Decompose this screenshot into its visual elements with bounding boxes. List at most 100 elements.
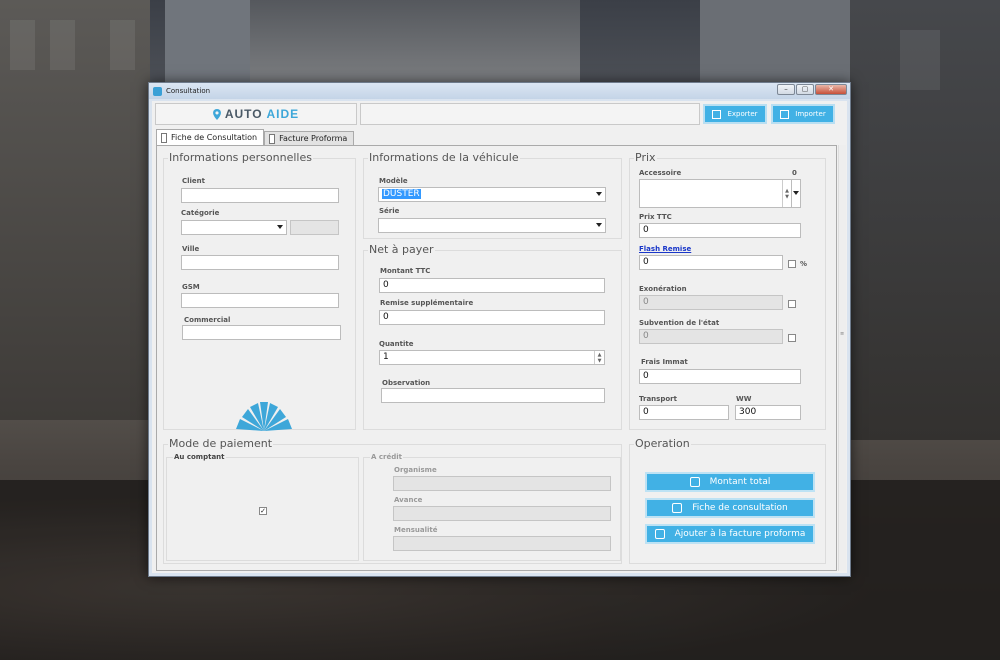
exoneration-checkbox[interactable] [788,300,796,308]
person-icon [689,477,700,487]
transport-field[interactable]: 0 [639,405,729,420]
gsm-label: GSM [182,283,200,291]
cube-icon [780,109,790,119]
subvention-checkbox[interactable] [788,334,796,342]
logo-auto: AUTO [224,107,263,121]
tab-fiche-consultation[interactable]: Fiche de Consultation [156,129,265,145]
montant-label: Montant TTC [380,267,431,275]
ww-label: WW [736,395,752,403]
personal-info-title: Informations personnelles [168,151,313,164]
commercial-field[interactable] [182,325,341,340]
cube-icon [712,109,722,119]
vertical-scrollbar[interactable]: ≡ [838,145,846,571]
exoneration-label: Exonération [639,285,687,293]
gsm-field[interactable] [181,293,339,308]
payment-mode-title: Mode de paiement [168,437,274,450]
export-label: Exporter [727,110,758,118]
exoneration-field: 0 [639,295,783,310]
credit-group: A crédit Organisme Avance Mensualité [363,453,621,561]
window-titlebar[interactable]: Consultation – ▢ ✕ [149,83,850,99]
background-window [900,30,940,90]
import-button[interactable]: Importer [771,104,835,124]
prix-ttc-field[interactable]: 0 [639,223,801,238]
vehicle-info-title: Informations de la véhicule [368,151,520,164]
montant-ttc-field[interactable]: 0 [379,278,605,293]
client-field[interactable] [181,188,339,203]
header-spacer [360,103,700,125]
model-select[interactable]: DUSTER [378,187,606,202]
consultation-panel: Informations personnelles Client Catégor… [156,145,837,571]
flash-remise-field[interactable]: 0 [639,255,783,270]
avance-field [393,506,611,521]
payment-mode-group: Mode de paiement Au comptant ✓ A crédit … [163,437,622,564]
export-button[interactable]: Exporter [703,104,767,124]
tab-label: Facture Proforma [279,134,348,143]
list-scroll-arrows-icon[interactable]: ▲ ▼ [782,180,791,207]
quantite-value: 1 [383,352,389,362]
frais-immat-label: Frais Immat [641,358,688,366]
add-proforma-label: Ajouter à la facture proforma [674,529,806,539]
fiche-consultation-label: Fiche de consultation [692,503,788,513]
operation-title: Operation [634,437,691,450]
fiche-consultation-button[interactable]: Fiche de consultation [645,498,815,518]
window-title: Consultation [166,87,211,95]
chevron-down-icon [596,223,602,227]
prix-title: Prix [634,151,657,164]
chevron-down-icon [793,191,799,195]
comptant-label: Au comptant [173,453,226,461]
category-label: Catégorie [181,209,220,217]
quantite-label: Quantite [379,340,414,348]
add-proforma-button[interactable]: Ajouter à la facture proforma [645,524,815,544]
percent-label: % [800,260,808,268]
client-label: Client [182,177,206,185]
spinner-arrows-icon[interactable]: ▲ ▼ [594,351,604,364]
logo-panel: AUTO AIDE [155,103,357,125]
flash-remise-link[interactable]: Flash Remise [639,245,691,253]
observation-label: Observation [382,379,431,387]
location-pin-icon [212,108,221,120]
background-window [10,20,35,70]
operation-group: Operation Montant total Fiche de consult… [629,437,826,564]
mensualite-field [393,536,611,551]
consultation-window: Consultation – ▢ ✕ AUTO AIDE Exporter Im… [148,82,851,577]
quantite-stepper[interactable]: 1 ▲ ▼ [379,350,605,365]
document-stack-icon [672,503,683,513]
category-code-field [290,220,339,235]
model-value: DUSTER [382,189,421,199]
series-label: Série [379,207,400,215]
background-window [110,20,135,70]
net-a-payer-title: Net à payer [368,243,435,256]
series-select[interactable] [378,218,606,233]
close-button[interactable]: ✕ [815,84,847,95]
brand-fan-icon [236,402,292,431]
window-client: AUTO AIDE Exporter Importer Fiche de Con… [152,101,847,573]
maximize-button[interactable]: ▢ [796,84,814,95]
minimize-button[interactable]: – [777,84,795,95]
chevron-down-icon [277,225,283,229]
flash-pct-checkbox[interactable] [788,260,796,268]
category-select[interactable] [181,220,287,235]
subvention-label: Subvention de l'état [639,319,720,327]
chevron-down-icon [596,192,602,196]
accessoire-dropdown[interactable] [791,179,801,208]
logo-text: AUTO AIDE [225,107,299,121]
credit-label: A crédit [370,453,403,461]
accessoire-list[interactable]: ▲ ▼ [639,179,792,208]
frais-immat-field[interactable]: 0 [639,369,801,384]
remise-field[interactable]: 0 [379,310,605,325]
organisme-field [393,476,611,491]
observation-field[interactable] [381,388,605,403]
montant-total-label: Montant total [709,477,771,487]
city-label: Ville [182,245,200,253]
tab-facture-proforma[interactable]: Facture Proforma [264,131,355,145]
city-field[interactable] [181,255,339,270]
montant-total-button[interactable]: Montant total [645,472,815,492]
scroll-grip-icon[interactable]: ≡ [840,331,845,337]
model-label: Modèle [379,177,408,185]
remise-label: Remise supplémentaire [380,299,474,307]
cart-icon [654,529,665,539]
comptant-checkbox[interactable]: ✓ [259,507,267,515]
ww-field[interactable]: 300 [735,405,801,420]
tab-bar: Fiche de Consultation Facture Proforma [156,129,355,145]
transport-label: Transport [639,395,677,403]
